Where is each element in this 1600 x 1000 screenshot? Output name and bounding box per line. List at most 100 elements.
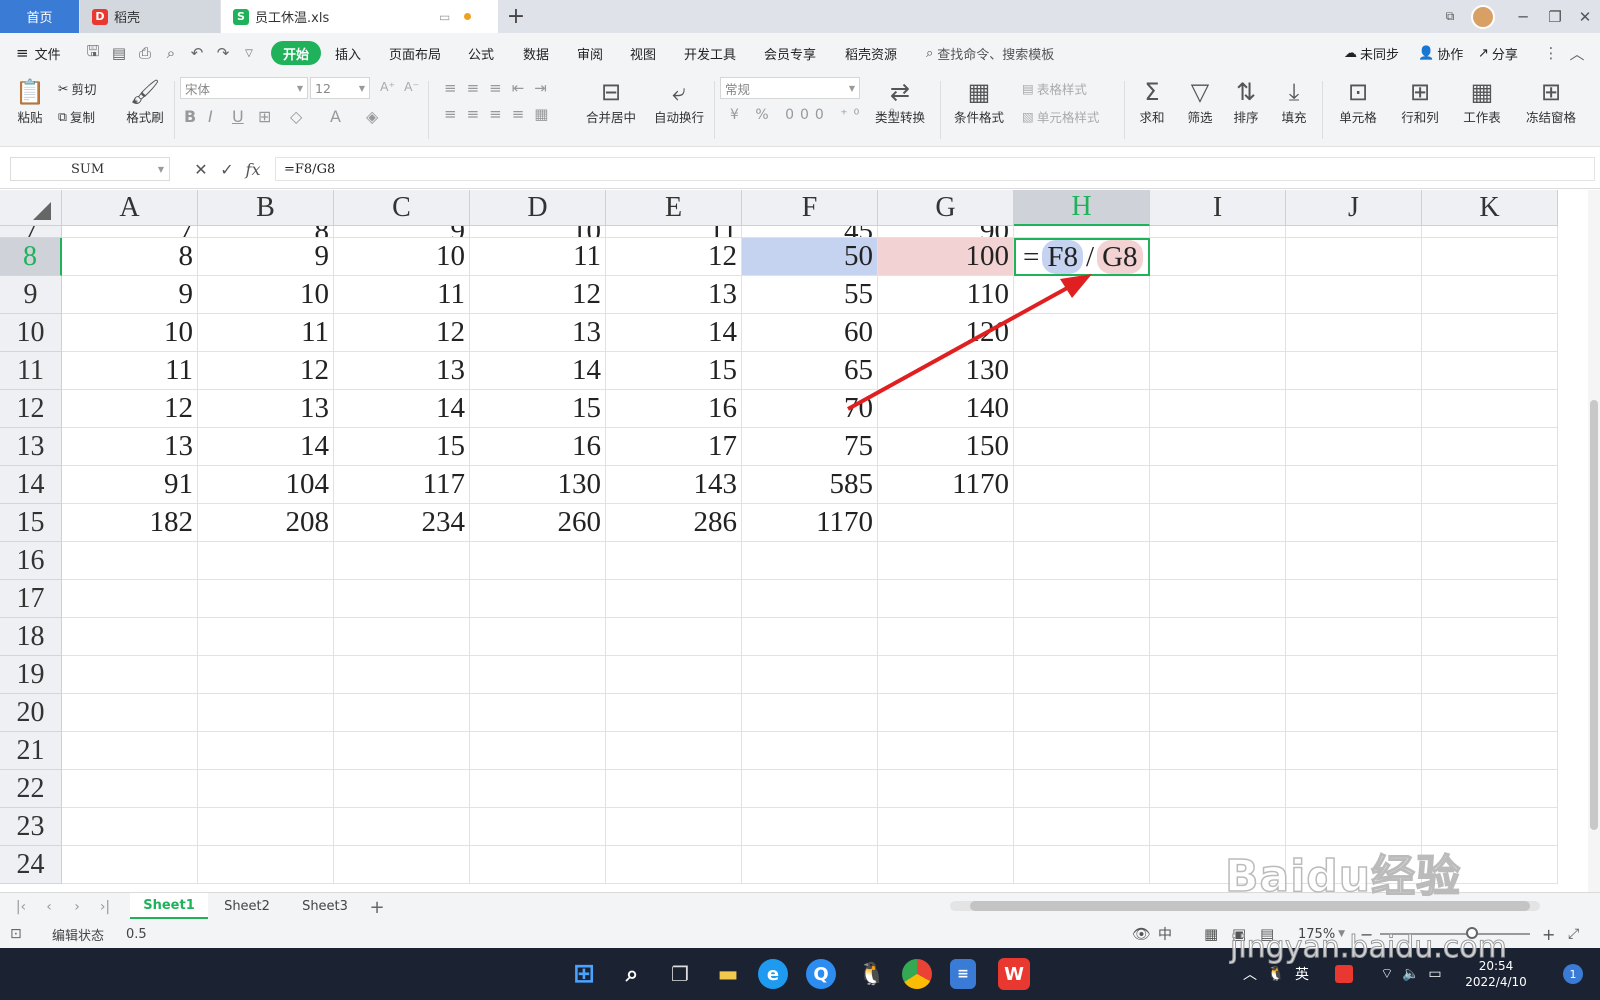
cell-j12[interactable] bbox=[1286, 390, 1422, 428]
cell-k11[interactable] bbox=[1422, 352, 1558, 390]
cell-k9[interactable] bbox=[1422, 276, 1558, 314]
row-header-18[interactable]: 18 bbox=[0, 618, 62, 656]
menu-daoke-resources[interactable]: 稻壳资源 bbox=[845, 33, 897, 73]
cell-e13[interactable]: 17 bbox=[606, 428, 742, 466]
cell-e8[interactable]: 12 bbox=[606, 238, 742, 276]
column-header-j[interactable]: J bbox=[1286, 190, 1422, 226]
cell-d18[interactable] bbox=[470, 618, 606, 656]
cell-e15[interactable]: 286 bbox=[606, 504, 742, 542]
macro-record-icon[interactable]: ⊡ bbox=[10, 920, 22, 948]
bold-icon[interactable]: B bbox=[184, 107, 196, 126]
cell-i20[interactable] bbox=[1150, 694, 1286, 732]
cell-c8[interactable]: 10 bbox=[334, 238, 470, 276]
row-header-10[interactable]: 10 bbox=[0, 314, 62, 352]
cell-i17[interactable] bbox=[1150, 580, 1286, 618]
cell-k13[interactable] bbox=[1422, 428, 1558, 466]
paste-button[interactable]: 📋 粘贴 bbox=[8, 77, 52, 126]
cell-j17[interactable] bbox=[1286, 580, 1422, 618]
cell-j20[interactable] bbox=[1286, 694, 1422, 732]
font-family-select[interactable]: 宋体 ▼ bbox=[180, 77, 308, 99]
cell-h17[interactable] bbox=[1014, 580, 1150, 618]
name-box[interactable]: SUM ▼ bbox=[10, 157, 170, 181]
cell-j15[interactable] bbox=[1286, 504, 1422, 542]
cell-i13[interactable] bbox=[1150, 428, 1286, 466]
cell-a19[interactable] bbox=[62, 656, 198, 694]
cell-h22[interactable] bbox=[1014, 770, 1150, 808]
cell-c19[interactable] bbox=[334, 656, 470, 694]
cell-d9[interactable]: 12 bbox=[470, 276, 606, 314]
cell-h21[interactable] bbox=[1014, 732, 1150, 770]
cell-d10[interactable]: 13 bbox=[470, 314, 606, 352]
menu-dev-tools[interactable]: 开发工具 bbox=[684, 33, 736, 73]
cell-d12[interactable]: 15 bbox=[470, 390, 606, 428]
cell-f24[interactable] bbox=[742, 846, 878, 884]
cell-b8[interactable]: 9 bbox=[198, 238, 334, 276]
cell-k15[interactable] bbox=[1422, 504, 1558, 542]
new-tab-button[interactable]: + bbox=[504, 0, 528, 33]
menu-member[interactable]: 会员专享 bbox=[764, 33, 816, 73]
cell-d11[interactable]: 14 bbox=[470, 352, 606, 390]
cell-b18[interactable] bbox=[198, 618, 334, 656]
cell-h9[interactable] bbox=[1014, 276, 1150, 314]
cell-c18[interactable] bbox=[334, 618, 470, 656]
cell-h19[interactable] bbox=[1014, 656, 1150, 694]
row-header-24[interactable]: 24 bbox=[0, 846, 62, 884]
font-color-icon[interactable]: A bbox=[330, 107, 341, 126]
cell-g14[interactable]: 1170 bbox=[878, 466, 1014, 504]
cell-f16[interactable] bbox=[742, 542, 878, 580]
wrap-text-button[interactable]: ⤶ 自动换行 bbox=[648, 77, 710, 126]
confirm-icon[interactable]: ✓ bbox=[216, 157, 238, 181]
cell-d7[interactable]: 10 bbox=[470, 226, 606, 238]
restore-icon[interactable]: ❐ bbox=[1540, 0, 1570, 33]
cell-a13[interactable]: 13 bbox=[62, 428, 198, 466]
border-icon[interactable]: ⊞ bbox=[258, 107, 271, 126]
horizontal-align-icons[interactable]: ≡≡≡≡▦ bbox=[444, 105, 558, 123]
notification-center[interactable]: 1 bbox=[1558, 948, 1588, 1000]
prev-sheet-icon[interactable]: ‹ bbox=[38, 893, 60, 921]
cell-g12[interactable]: 140 bbox=[878, 390, 1014, 428]
cell-c17[interactable] bbox=[334, 580, 470, 618]
cell-e12[interactable]: 16 bbox=[606, 390, 742, 428]
vertical-scroll-thumb[interactable] bbox=[1590, 400, 1598, 830]
cut-button[interactable]: ✂ 剪切 bbox=[58, 79, 97, 98]
avatar[interactable] bbox=[1468, 0, 1498, 33]
cell-a7[interactable]: 7 bbox=[62, 226, 198, 238]
cell-b24[interactable] bbox=[198, 846, 334, 884]
cell-g17[interactable] bbox=[878, 580, 1014, 618]
cell-i8[interactable] bbox=[1150, 238, 1286, 276]
cell-k14[interactable] bbox=[1422, 466, 1558, 504]
file-menu[interactable]: ≡ 文件 bbox=[16, 33, 61, 73]
language-icon[interactable]: 中 bbox=[1158, 920, 1172, 948]
collab-button[interactable]: 👤 协作 bbox=[1418, 33, 1463, 73]
cell-b20[interactable] bbox=[198, 694, 334, 732]
row-header-21[interactable]: 21 bbox=[0, 732, 62, 770]
cell-a17[interactable] bbox=[62, 580, 198, 618]
cell-j14[interactable] bbox=[1286, 466, 1422, 504]
cell-d15[interactable]: 260 bbox=[470, 504, 606, 542]
cell-j9[interactable] bbox=[1286, 276, 1422, 314]
row-header-14[interactable]: 14 bbox=[0, 466, 62, 504]
row-col-button[interactable]: ⊞ 行和列 bbox=[1392, 77, 1448, 126]
cell-i11[interactable] bbox=[1150, 352, 1286, 390]
cell-b10[interactable]: 11 bbox=[198, 314, 334, 352]
cell-c12[interactable]: 14 bbox=[334, 390, 470, 428]
cell-d16[interactable] bbox=[470, 542, 606, 580]
cell-c14[interactable]: 117 bbox=[334, 466, 470, 504]
cell-g22[interactable] bbox=[878, 770, 1014, 808]
cell-g10[interactable]: 120 bbox=[878, 314, 1014, 352]
cell-b14[interactable]: 104 bbox=[198, 466, 334, 504]
insert-function-icon[interactable]: fx bbox=[242, 157, 264, 181]
cell-e23[interactable] bbox=[606, 808, 742, 846]
cell-h24[interactable] bbox=[1014, 846, 1150, 884]
cell-j19[interactable] bbox=[1286, 656, 1422, 694]
table-style-button[interactable]: ▤ 表格样式 bbox=[1022, 79, 1087, 98]
cell-button[interactable]: ⊡ 单元格 bbox=[1330, 77, 1386, 126]
cell-i18[interactable] bbox=[1150, 618, 1286, 656]
tab-home[interactable]: 首页 bbox=[0, 0, 79, 33]
cell-c24[interactable] bbox=[334, 846, 470, 884]
cell-a23[interactable] bbox=[62, 808, 198, 846]
cell-k19[interactable] bbox=[1422, 656, 1558, 694]
sort-button[interactable]: ⇅ 排序 bbox=[1224, 77, 1268, 126]
chrome-icon[interactable] bbox=[902, 959, 932, 989]
row-header-20[interactable]: 20 bbox=[0, 694, 62, 732]
